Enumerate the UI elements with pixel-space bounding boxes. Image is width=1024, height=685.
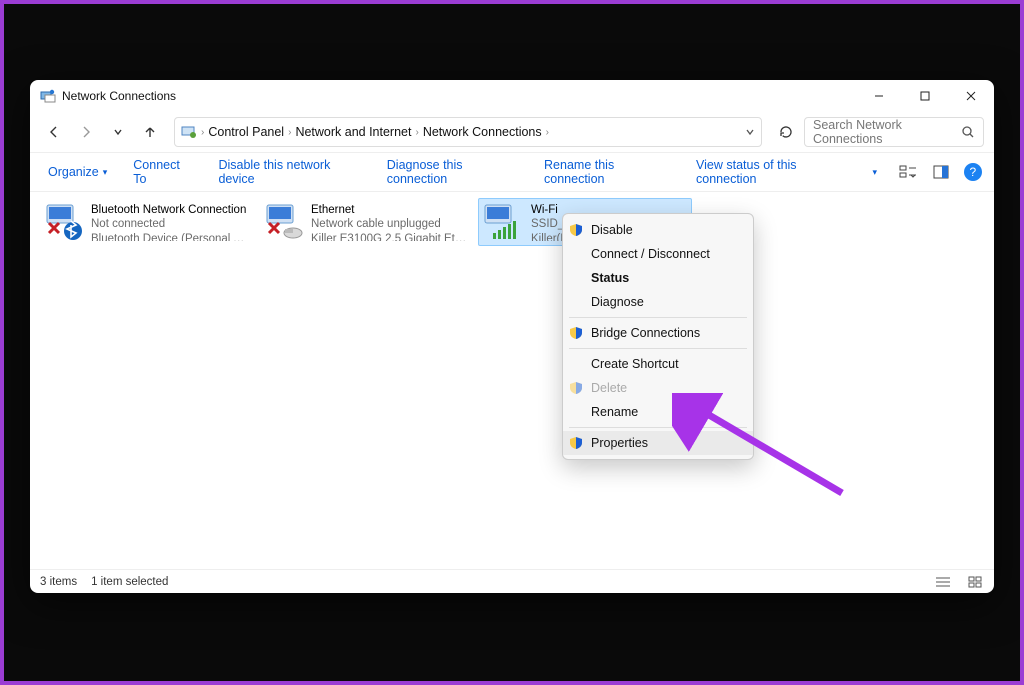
context-menu: Disable Connect / Disconnect Status Diag… xyxy=(562,213,754,460)
minimize-button[interactable] xyxy=(856,80,902,112)
menu-disable[interactable]: Disable xyxy=(563,218,753,242)
refresh-button[interactable] xyxy=(772,118,800,146)
wifi-adapter-icon xyxy=(483,203,525,243)
breadcrumb-item[interactable]: Network Connections xyxy=(423,125,542,139)
connection-name: Ethernet xyxy=(311,203,467,217)
large-icons-view-button[interactable] xyxy=(966,575,984,589)
chevron-down-icon: ▾ xyxy=(103,167,108,178)
rename-button[interactable]: Rename this connection xyxy=(534,154,680,190)
forward-button[interactable] xyxy=(72,118,100,146)
help-button[interactable]: ? xyxy=(960,158,986,186)
connection-device: Killer E3100G 2.5 Gigabit Ethernet... xyxy=(311,232,467,241)
chevron-down-icon: ▾ xyxy=(873,167,878,178)
view-status-button[interactable]: View status of this connection xyxy=(686,154,861,190)
window-controls xyxy=(856,80,994,112)
shield-icon xyxy=(569,326,583,340)
search-placeholder: Search Network Connections xyxy=(813,118,961,146)
menu-diagnose[interactable]: Diagnose xyxy=(563,290,753,314)
menu-connect-disconnect[interactable]: Connect / Disconnect xyxy=(563,242,753,266)
shield-icon xyxy=(569,436,583,450)
connection-bluetooth[interactable]: Bluetooth Network Connection Not connect… xyxy=(38,198,252,246)
menu-bridge-connections[interactable]: Bridge Connections xyxy=(563,321,753,345)
shield-icon xyxy=(569,381,583,395)
chevron-right-icon: › xyxy=(288,127,291,138)
connection-status: Network cable unplugged xyxy=(311,217,467,231)
diagnose-button[interactable]: Diagnose this connection xyxy=(377,154,528,190)
status-bar: 3 items 1 item selected xyxy=(30,569,994,593)
organize-button[interactable]: Organize▾ xyxy=(38,161,117,183)
connect-to-button[interactable]: Connect To xyxy=(123,154,202,190)
chevron-right-icon: › xyxy=(201,127,204,138)
maximize-button[interactable] xyxy=(902,80,948,112)
recent-locations-button[interactable] xyxy=(104,118,132,146)
preview-pane-button[interactable] xyxy=(927,158,953,186)
address-dropdown-button[interactable] xyxy=(745,127,755,137)
close-button[interactable] xyxy=(948,80,994,112)
menu-properties[interactable]: Properties xyxy=(563,431,753,455)
connection-status: Not connected xyxy=(91,217,247,231)
navigation-row: › Control Panel › Network and Internet ›… xyxy=(30,112,994,152)
breadcrumb-item[interactable]: Control Panel xyxy=(208,125,284,139)
bluetooth-adapter-icon xyxy=(43,203,85,243)
titlebar: Network Connections xyxy=(30,80,994,112)
breadcrumb-item[interactable]: Network and Internet xyxy=(295,125,411,139)
ethernet-adapter-icon xyxy=(263,203,305,243)
menu-separator xyxy=(569,427,747,428)
view-options-button[interactable] xyxy=(895,158,921,186)
selection-count: 1 item selected xyxy=(91,576,168,588)
connection-name: Bluetooth Network Connection xyxy=(91,203,247,217)
menu-delete: Delete xyxy=(563,376,753,400)
window-title: Network Connections xyxy=(62,89,856,103)
item-count: 3 items xyxy=(40,576,77,588)
menu-rename[interactable]: Rename xyxy=(563,400,753,424)
details-view-button[interactable] xyxy=(934,575,952,589)
search-icon xyxy=(961,125,975,139)
content-area: Bluetooth Network Connection Not connect… xyxy=(30,192,994,569)
connection-device: Bluetooth Device (Personal Area ... xyxy=(91,232,247,241)
chevron-right-icon: › xyxy=(546,127,549,138)
menu-create-shortcut[interactable]: Create Shortcut xyxy=(563,352,753,376)
network-connections-window: Network Connections › Control Panel › Ne… xyxy=(30,80,994,593)
disable-device-button[interactable]: Disable this network device xyxy=(208,154,370,190)
chevron-right-icon: › xyxy=(415,127,418,138)
address-bar[interactable]: › Control Panel › Network and Internet ›… xyxy=(174,117,762,147)
menu-separator xyxy=(569,317,747,318)
connection-ethernet[interactable]: Ethernet Network cable unplugged Killer … xyxy=(258,198,472,246)
more-commands-button[interactable]: ▾ xyxy=(867,163,884,182)
up-button[interactable] xyxy=(136,118,164,146)
search-input[interactable]: Search Network Connections xyxy=(804,117,984,147)
menu-separator xyxy=(569,348,747,349)
back-button[interactable] xyxy=(40,118,68,146)
menu-status[interactable]: Status xyxy=(563,266,753,290)
command-bar: Organize▾ Connect To Disable this networ… xyxy=(30,152,994,192)
control-panel-icon xyxy=(181,124,197,140)
shield-icon xyxy=(569,223,583,237)
network-connections-icon xyxy=(40,88,56,104)
